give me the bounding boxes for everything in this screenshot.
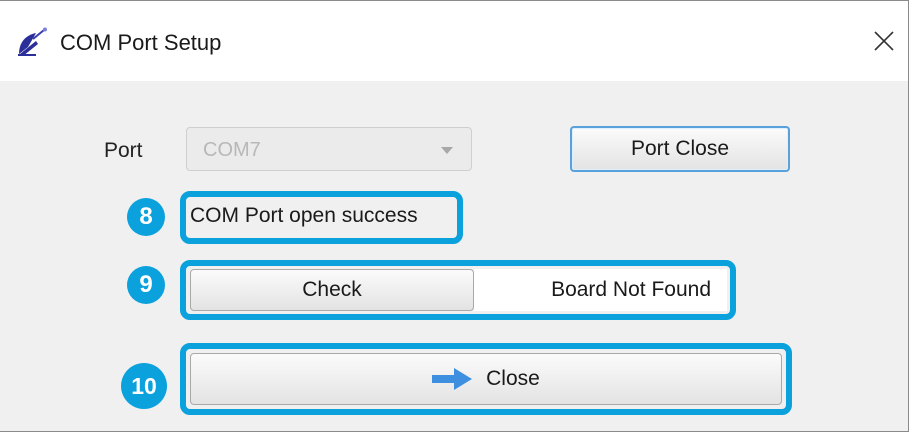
step-badge-9: 9 bbox=[127, 266, 165, 304]
close-icon[interactable] bbox=[868, 25, 900, 57]
step-badge-10: 10 bbox=[121, 363, 167, 409]
com-port-setup-window: COM Port Setup Port COM7 Port Close 8 CO… bbox=[0, 0, 909, 432]
satellite-dish-icon bbox=[18, 27, 47, 56]
arrow-right-icon bbox=[432, 368, 473, 390]
chevron-down-icon bbox=[441, 147, 453, 154]
port-label: Port bbox=[104, 139, 143, 162]
board-status: Board Not Found bbox=[474, 269, 727, 311]
window-title: COM Port Setup bbox=[60, 30, 222, 55]
com-port-status: COM Port open success bbox=[190, 204, 418, 227]
port-close-button[interactable]: Port Close bbox=[570, 126, 790, 172]
close-button[interactable]: Close bbox=[190, 353, 782, 405]
port-select[interactable]: COM7 bbox=[186, 127, 472, 171]
close-button-label: Close bbox=[486, 367, 540, 390]
check-button[interactable]: Check bbox=[190, 269, 474, 311]
step-badge-8: 8 bbox=[127, 198, 165, 236]
title-bar: COM Port Setup bbox=[0, 1, 908, 81]
port-select-value: COM7 bbox=[203, 139, 261, 161]
